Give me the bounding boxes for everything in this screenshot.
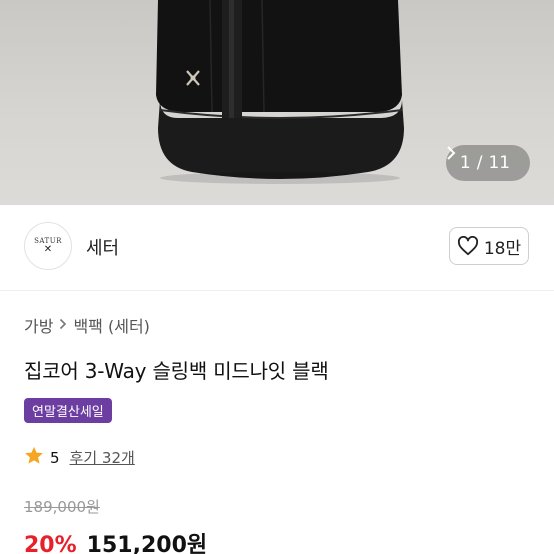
breadcrumb-category[interactable]: 가방 — [24, 313, 53, 337]
breadcrumb-subcategory[interactable]: 백팩 (세터) — [73, 313, 149, 337]
rating-score: 5 — [50, 448, 60, 467]
star-icon — [24, 446, 44, 469]
brand-row: SATUR ✕ 세터 18만 — [0, 205, 554, 291]
sale-price: 151,200원 — [86, 533, 208, 554]
brand-logo[interactable]: SATUR ✕ — [24, 222, 72, 270]
rating-row: 5 후기 32개 — [24, 446, 135, 469]
chevron-right-icon — [59, 316, 67, 334]
product-image-gallery[interactable]: 1 / 11 — [0, 0, 554, 205]
like-count: 18만 — [483, 238, 522, 259]
pager-separator: / — [476, 153, 483, 173]
discount-rate: 20% — [24, 533, 77, 554]
breadcrumb: 가방 백팩 (세터) — [24, 313, 150, 337]
pager-current: 1 — [459, 153, 471, 173]
pager-total: 11 — [488, 153, 511, 173]
reviews-link[interactable]: 후기 32개 — [70, 447, 135, 468]
heart-outline-icon — [457, 236, 479, 256]
sale-badge: 연말결산세일 — [24, 398, 112, 423]
brand-logo-mark: ✕ — [43, 244, 53, 255]
product-title: 집코어 3-Way 슬링백 미드나잇 블랙 — [24, 359, 329, 383]
like-button[interactable]: 18만 — [449, 227, 529, 265]
original-price: 189,000원 — [24, 498, 100, 516]
brand-name[interactable]: 세터 — [86, 234, 119, 260]
gallery-pager[interactable]: 1 / 11 — [446, 145, 530, 181]
sale-price-row: 20% 151,200원 — [24, 527, 207, 554]
